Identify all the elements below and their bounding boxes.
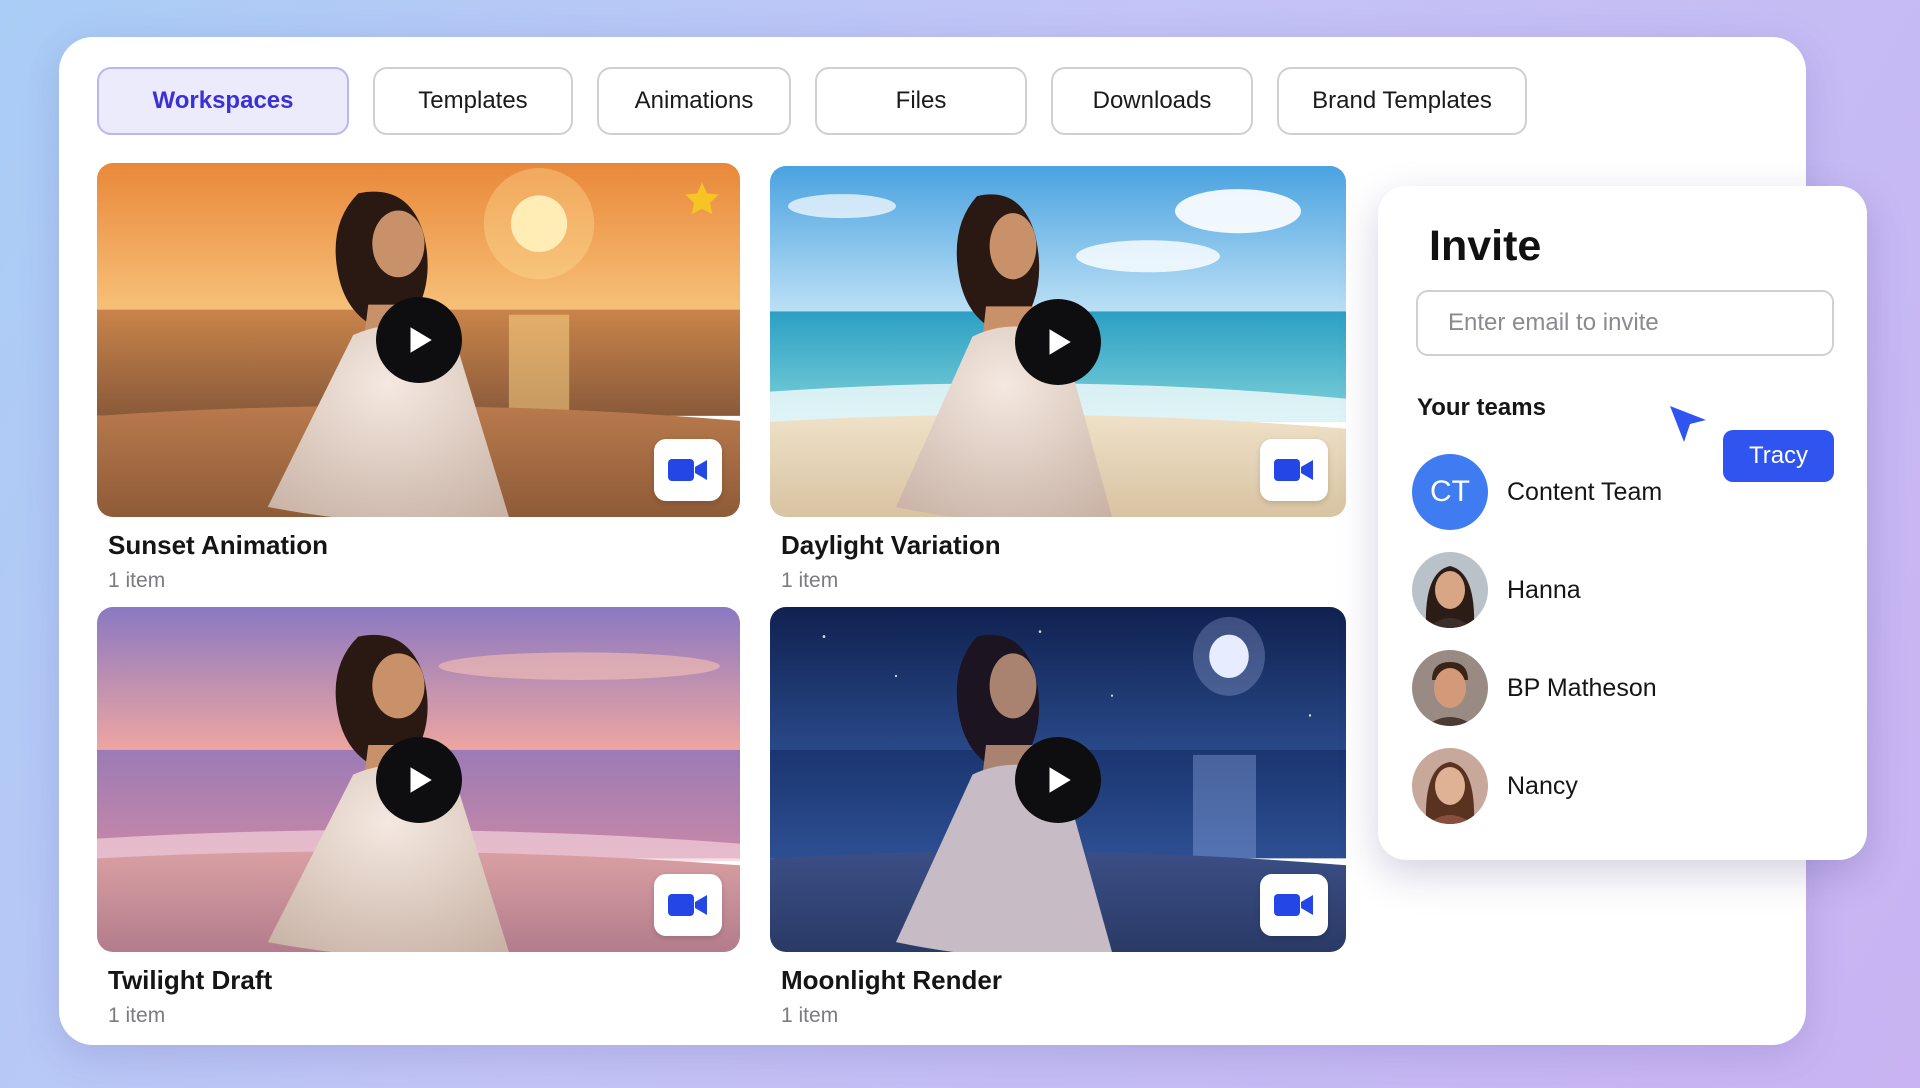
workspace-card[interactable]: Daylight Variation 1 item [770,166,1346,593]
card-item-count: 1 item [108,1004,166,1027]
card-title: Sunset Animation [108,530,329,560]
card-title: Daylight Variation [781,530,1001,560]
video-thumbnail[interactable] [770,607,1346,952]
invite-panel: Invite Your teams Tracy CT Content Team … [1378,186,1867,860]
your-teams-heading: Your teams [1417,394,1546,421]
card-title: Moonlight Render [781,965,1002,995]
video-thumbnail[interactable] [97,163,740,517]
member-item-nancy[interactable]: Nancy [1412,748,1578,824]
tab-bar: Workspaces Templates Animations Files Do… [97,67,1527,135]
card-title: Twilight Draft [108,965,273,995]
member-name: Nancy [1507,771,1578,800]
workspace-card[interactable]: Twilight Draft 1 item [97,607,740,1028]
team-avatar: CT [1412,454,1488,530]
tab-files[interactable]: Files [815,67,1027,135]
play-icon[interactable] [1015,298,1101,385]
video-camera-icon[interactable] [654,874,722,936]
invite-title: Invite [1429,222,1542,270]
workspace-card[interactable]: Moonlight Render 1 item [770,607,1346,1028]
pointer-cursor-icon [1668,404,1708,449]
card-item-count: 1 item [108,569,166,592]
avatar [1412,650,1488,726]
video-camera-icon[interactable] [654,439,722,501]
video-camera-icon[interactable] [1260,439,1328,501]
workspace-card[interactable]: Sunset Animation 1 item [97,163,740,593]
member-name: BP Matheson [1507,673,1657,702]
avatar [1412,748,1488,824]
video-thumbnail[interactable] [770,166,1346,517]
star-icon[interactable] [682,179,722,224]
play-icon[interactable] [375,736,462,823]
play-icon[interactable] [1015,736,1101,823]
team-item-content-team[interactable]: CT Content Team [1412,454,1662,530]
play-icon[interactable] [375,297,462,383]
team-name: Content Team [1507,477,1663,506]
tab-templates[interactable]: Templates [373,67,573,135]
video-thumbnail[interactable] [97,607,740,952]
tab-downloads[interactable]: Downloads [1051,67,1253,135]
tab-brand-templates[interactable]: Brand Templates [1277,67,1527,135]
tab-workspaces[interactable]: Workspaces [97,67,349,135]
member-name: Hanna [1507,575,1581,604]
video-camera-icon[interactable] [1260,874,1328,936]
member-item-bp-matheson[interactable]: BP Matheson [1412,650,1657,726]
collaborator-cursor-tag[interactable]: Tracy [1723,430,1834,482]
avatar [1412,552,1488,628]
member-item-hanna[interactable]: Hanna [1412,552,1581,628]
email-invite-input[interactable] [1416,290,1834,356]
card-item-count: 1 item [781,1004,839,1027]
card-item-count: 1 item [781,569,839,592]
tab-animations[interactable]: Animations [597,67,791,135]
